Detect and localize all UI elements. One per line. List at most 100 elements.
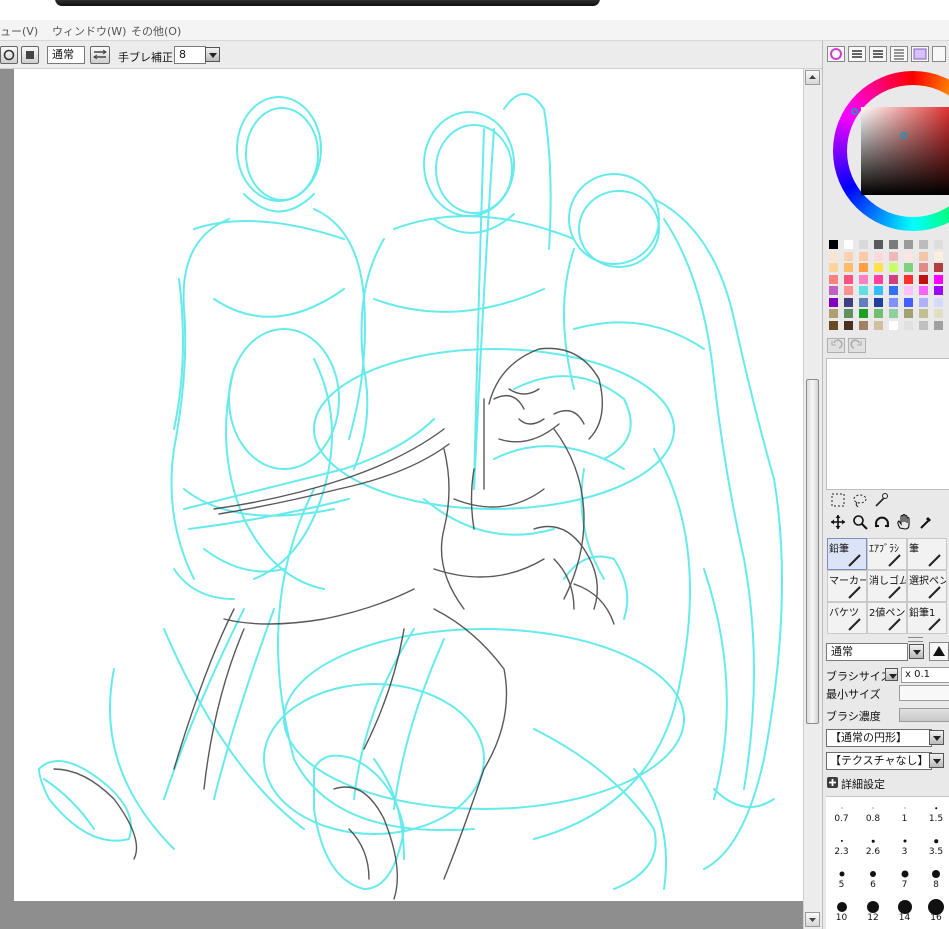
brush-size-cell[interactable]: 7 [889,863,920,894]
min-size-field[interactable] [899,685,949,701]
palette-swatch[interactable] [903,285,914,296]
brush-size-multiplier[interactable]: x 0.1 [901,667,949,683]
drawing-canvas[interactable] [14,69,803,901]
brush-size-cell[interactable]: 5 [826,863,857,894]
palette-swatch[interactable] [903,239,914,250]
rotate-view-icon[interactable] [874,514,890,534]
palette-swatch[interactable] [903,308,914,319]
brush-slot[interactable]: マーカー [827,570,867,602]
palette-swatch[interactable] [933,239,944,250]
palette-swatch[interactable] [888,308,899,319]
rgb-slider-tab[interactable] [848,46,866,62]
brush-size-cell[interactable]: 2.3 [826,830,857,861]
mixer-tab[interactable] [890,46,908,62]
palette-swatch[interactable] [903,296,914,308]
brush-blend-dropdown[interactable] [909,644,924,659]
palette-swatch[interactable] [918,273,929,285]
brush-size-cell[interactable]: 3.5 [921,830,949,861]
details-label[interactable]: 詳細設定 [841,776,885,792]
palette-swatch[interactable] [888,319,899,331]
palette-swatch[interactable] [918,308,929,319]
menu-view[interactable]: ュー(V) [0,23,38,39]
palette-swatch[interactable] [903,250,914,262]
canvas-area[interactable] [0,69,803,929]
color-wheel-tab[interactable] [827,46,845,62]
brush-blend-select[interactable]: 通常 [826,643,908,661]
palette-swatch[interactable] [933,308,944,319]
palette-swatch[interactable] [933,250,944,262]
palette-swatch[interactable] [933,319,944,331]
palette-swatch[interactable] [858,296,869,308]
hue-cursor[interactable] [851,108,858,115]
menu-window[interactable]: ウィンドウ(W) [52,23,126,39]
palette-swatch[interactable] [918,239,929,250]
palette-swatch[interactable] [873,250,884,262]
palette-swatch[interactable] [873,296,884,308]
brush-shape-preview[interactable] [929,642,949,661]
palette-swatch[interactable] [828,239,839,250]
palette-swatch[interactable] [918,296,929,308]
brush-texture-dropdown[interactable] [929,753,944,768]
brush-slot[interactable]: 消しゴム [867,570,907,602]
flip-button[interactable] [90,46,110,64]
palette-swatch[interactable] [918,250,929,262]
palette-swatch[interactable] [903,273,914,285]
palette-undo-button[interactable] [827,338,845,353]
brush-size-cell[interactable]: 2.6 [858,830,889,861]
brush-size-cell[interactable]: 6 [858,863,889,894]
palette-swatch[interactable] [843,285,854,296]
palette-swatch[interactable] [888,273,899,285]
palette-swatch[interactable] [858,319,869,331]
palette-swatch[interactable] [933,262,944,273]
palette-swatch[interactable] [888,262,899,273]
canvas-vertical-scrollbar[interactable] [803,69,822,929]
stabilizer-dropdown-button[interactable] [205,47,220,62]
palette-swatch[interactable] [873,319,884,331]
brush-size-cell[interactable]: 0.7 [826,797,857,828]
palette-swatch[interactable] [873,308,884,319]
palette-swatch[interactable] [843,296,854,308]
palette-swatch[interactable] [843,262,854,273]
palette-swatch[interactable] [933,285,944,296]
expand-plus-icon[interactable] [827,777,838,788]
eyedropper-icon[interactable] [918,514,934,534]
palette-swatch[interactable] [918,319,929,331]
brush-size-cell[interactable]: 8 [921,863,949,894]
panel-resize-grip[interactable] [908,637,923,642]
palette-swatch[interactable] [843,239,854,250]
brush-size-cell[interactable]: 12 [858,896,889,927]
palette-swatch[interactable] [933,273,944,285]
brush-slot[interactable]: 鉛筆1 [907,602,947,634]
palette-swatch[interactable] [828,273,839,285]
palette-swatch[interactable] [843,273,854,285]
brush-size-cell[interactable]: 14 [889,896,920,927]
palette-swatch[interactable] [843,250,854,262]
brush-size-cell[interactable]: 16 [921,896,949,927]
brush-shape-dropdown[interactable] [929,730,944,745]
palette-swatch[interactable] [858,308,869,319]
brush-size-cell[interactable]: 1 [889,797,920,828]
brush-size-cell[interactable]: 0.8 [858,797,889,828]
saturation-value-square[interactable] [861,107,949,195]
palette-swatch[interactable] [888,239,899,250]
palette-swatch[interactable] [858,239,869,250]
palette-redo-button[interactable] [848,338,866,353]
stabilizer-value[interactable]: 8 [174,46,206,64]
brush-density-slider[interactable] [899,708,949,722]
palette-swatch[interactable] [828,262,839,273]
palette-swatch[interactable] [828,285,839,296]
palette-swatch[interactable] [873,273,884,285]
palette-swatch[interactable] [888,250,899,262]
brush-size-cell[interactable]: 10 [826,896,857,927]
palette-swatch[interactable] [858,285,869,296]
brush-slot[interactable]: 2値ペン [867,602,907,634]
navigator-panel[interactable] [826,358,949,490]
move-icon[interactable] [830,514,846,534]
brush-slot[interactable]: 筆 [907,538,947,570]
scroll-thumb[interactable] [806,379,819,724]
scroll-down-button[interactable] [805,912,820,927]
palette-swatch[interactable] [873,285,884,296]
brush-size-cell[interactable]: 1.5 [921,797,949,828]
rotate-reset-button[interactable] [0,46,18,64]
scroll-up-button[interactable] [805,70,820,85]
